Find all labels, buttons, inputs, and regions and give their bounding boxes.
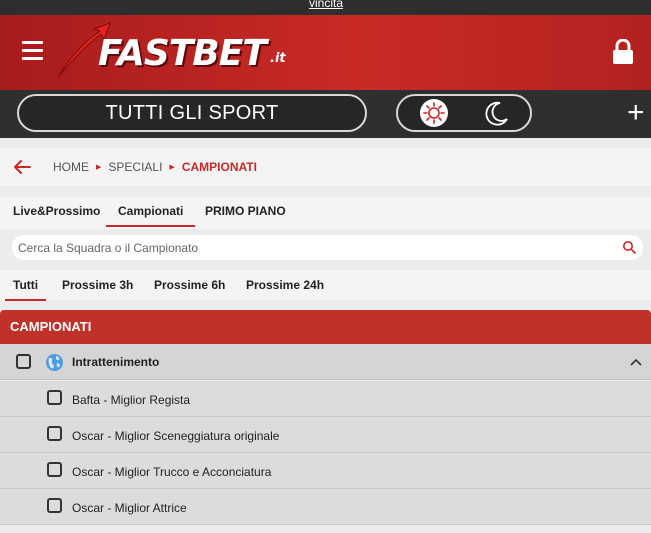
search-input[interactable] <box>18 238 608 257</box>
breadcrumb-home[interactable]: HOME <box>53 160 89 174</box>
breadcrumb-separator-icon: ▶ <box>96 164 102 171</box>
site-logo[interactable]: FASTBET .it <box>54 21 294 81</box>
light-theme-button[interactable] <box>420 99 448 127</box>
add-button[interactable]: + <box>627 98 645 128</box>
breadcrumb-speciali[interactable]: SPECIALI <box>108 160 162 174</box>
group-name: Intrattenimento <box>72 355 160 369</box>
list-item[interactable]: Oscar - Miglior Sceneggiatura originale <box>0 417 651 453</box>
list-item[interactable]: Oscar - Miglior Attrice <box>0 489 651 525</box>
lock-icon[interactable] <box>611 39 635 65</box>
top-strip: vincita <box>0 0 651 15</box>
chevron-up-icon[interactable] <box>629 357 643 367</box>
sport-bar: TUTTI GLI SPORT + <box>0 90 651 138</box>
logo-text: FASTBET <box>98 33 267 74</box>
moon-icon[interactable] <box>482 100 510 128</box>
filter-tutti[interactable]: Tutti <box>4 278 47 301</box>
tab-live-prossimo[interactable]: Live&Prossimo <box>13 204 100 218</box>
win-link[interactable]: vincita <box>309 0 343 10</box>
time-filters: Tutti Prossime 3h Prossime 6h Prossime 2… <box>0 270 651 301</box>
search-icon[interactable] <box>622 240 636 254</box>
back-arrow-icon[interactable] <box>12 157 32 177</box>
tab-primo-piano[interactable]: PRIMO PIANO <box>205 204 286 218</box>
item-name: Oscar - Miglior Trucco e Acconciatura <box>72 465 272 479</box>
tab-campionati[interactable]: Campionati <box>105 204 196 227</box>
filter-24h[interactable]: Prossime 24h <box>246 278 324 292</box>
item-checkbox[interactable] <box>47 390 62 405</box>
section-title: CAMPIONATI <box>0 310 651 344</box>
breadcrumb-separator-icon: ▶ <box>169 164 175 171</box>
group-checkbox[interactable] <box>16 354 31 369</box>
theme-toggle[interactable] <box>396 94 532 132</box>
all-sports-button[interactable]: TUTTI GLI SPORT <box>17 94 367 132</box>
site-header: FASTBET .it <box>0 15 651 90</box>
breadcrumb: HOME ▶ SPECIALI ▶ CAMPIONATI <box>0 148 651 186</box>
list-item[interactable]: Oscar - Miglior Trucco e Acconciatura <box>0 453 651 489</box>
menu-icon[interactable] <box>22 41 43 61</box>
breadcrumb-campionati: CAMPIONATI <box>181 160 257 174</box>
list-item[interactable]: Bafta - Miglior Regista <box>0 381 651 417</box>
item-name: Oscar - Miglior Sceneggiatura originale <box>72 429 280 443</box>
logo-tld: .it <box>270 51 286 66</box>
item-checkbox[interactable] <box>47 498 62 513</box>
globe-icon <box>46 354 63 371</box>
item-checkbox[interactable] <box>47 426 62 441</box>
search-box <box>12 235 643 260</box>
item-name: Oscar - Miglior Attrice <box>72 501 187 515</box>
filter-6h[interactable]: Prossime 6h <box>154 278 225 292</box>
filter-3h[interactable]: Prossime 3h <box>62 278 133 292</box>
item-name: Bafta - Miglior Regista <box>72 393 191 407</box>
group-header[interactable]: Intrattenimento <box>0 344 651 380</box>
view-tabs: Live&Prossimo Campionati PRIMO PIANO <box>0 197 651 229</box>
sun-icon <box>423 102 445 124</box>
item-checkbox[interactable] <box>47 462 62 477</box>
